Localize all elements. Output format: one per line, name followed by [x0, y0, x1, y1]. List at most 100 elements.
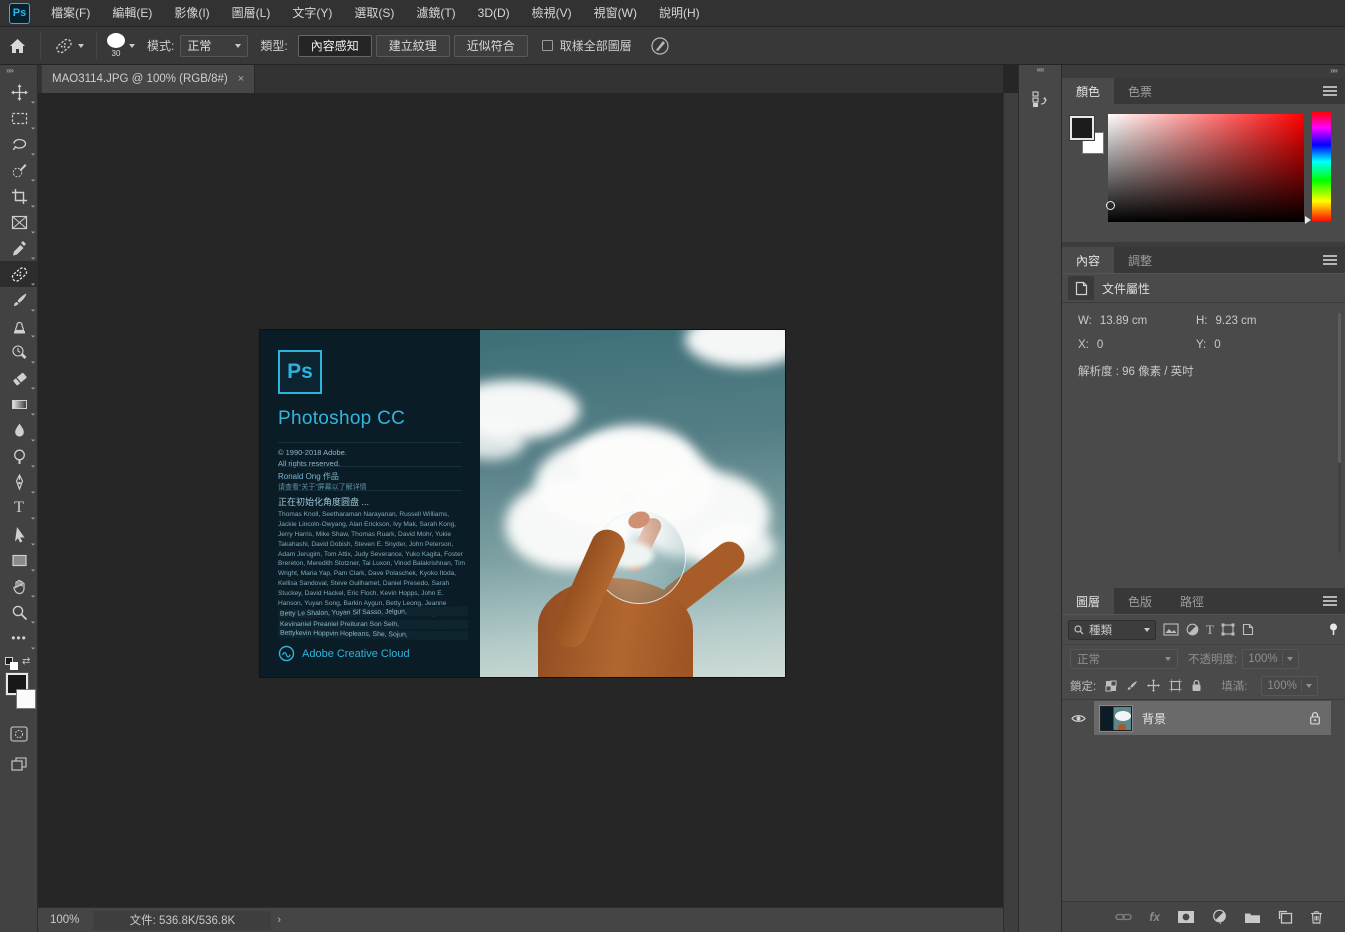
menu-help[interactable]: 說明(H): [648, 0, 711, 27]
filter-kind-select[interactable]: 種類: [1068, 620, 1156, 640]
swap-colors-button[interactable]: ⇄: [22, 656, 30, 667]
tab-paths[interactable]: 路徑: [1166, 588, 1218, 614]
add-adjustment-layer-icon[interactable]: [1212, 909, 1227, 925]
filter-toggle-icon[interactable]: [1328, 623, 1339, 637]
tab-color[interactable]: 顏色: [1062, 78, 1114, 104]
zoom-level-field[interactable]: 100%: [38, 914, 93, 926]
mode-select[interactable]: 正常: [180, 35, 248, 57]
color-picker-indicator[interactable]: [1106, 201, 1115, 210]
lock-position-icon[interactable]: [1147, 679, 1160, 692]
crop-tool[interactable]: [0, 183, 38, 209]
blend-mode-select[interactable]: 正常: [1070, 649, 1178, 669]
pen-pressure-button[interactable]: [650, 36, 670, 56]
type-tool[interactable]: T: [0, 495, 38, 521]
gradient-tool[interactable]: [0, 391, 38, 417]
menu-3d[interactable]: 3D(D): [467, 0, 521, 27]
menu-type[interactable]: 文字(Y): [281, 0, 343, 27]
delete-layer-icon[interactable]: [1310, 910, 1323, 924]
dodge-tool[interactable]: [0, 443, 38, 469]
hue-slider-handle[interactable]: [1305, 216, 1311, 224]
frame-tool[interactable]: [0, 209, 38, 235]
document-canvas[interactable]: Ps Photoshop CC © 1990-2018 Adobe. All r…: [38, 93, 1003, 907]
layer-visibility-toggle[interactable]: [1062, 713, 1094, 724]
screen-mode-button[interactable]: [0, 749, 38, 779]
status-options-chevron[interactable]: ›: [277, 914, 281, 926]
background-color-swatch[interactable]: [16, 689, 36, 709]
panel-menu-icon[interactable]: [1323, 596, 1337, 605]
blur-tool[interactable]: [0, 417, 38, 443]
lasso-tool[interactable]: [0, 131, 38, 157]
eraser-tool[interactable]: [0, 365, 38, 391]
menu-view[interactable]: 檢視(V): [521, 0, 583, 27]
close-icon[interactable]: ×: [238, 73, 244, 85]
panel-menu-icon[interactable]: [1323, 255, 1337, 264]
fill-field[interactable]: 100%: [1261, 676, 1317, 696]
history-brush-tool[interactable]: [0, 339, 38, 365]
menu-filter[interactable]: 濾鏡(T): [405, 0, 466, 27]
sample-all-layers-checkbox[interactable]: [542, 40, 553, 51]
type-proximity-match-button[interactable]: 近似符合: [454, 35, 528, 57]
properties-scrollbar[interactable]: [1338, 313, 1341, 553]
tab-adjustments[interactable]: 調整: [1114, 247, 1166, 273]
layer-style-icon[interactable]: fx: [1149, 910, 1160, 924]
type-create-texture-button[interactable]: 建立紋理: [376, 35, 450, 57]
filter-adjustment-layers-icon[interactable]: [1186, 623, 1199, 636]
toolbar-expand-button[interactable]: »»: [0, 65, 37, 79]
menu-file[interactable]: 檔案(F): [40, 0, 101, 27]
lock-artboard-icon[interactable]: [1169, 679, 1182, 692]
filter-shape-layers-icon[interactable]: [1221, 623, 1235, 636]
eyedropper-tool[interactable]: [0, 235, 38, 261]
layer-row-background[interactable]: 背景: [1062, 701, 1345, 735]
hand-tool[interactable]: [0, 573, 38, 599]
link-layers-icon[interactable]: [1115, 912, 1132, 922]
rectangular-marquee-tool[interactable]: [0, 105, 38, 131]
saturation-brightness-field[interactable]: [1108, 114, 1304, 222]
history-panel-button[interactable]: [1025, 84, 1055, 114]
pen-tool[interactable]: [0, 469, 38, 495]
brush-tool[interactable]: [0, 287, 38, 313]
home-button[interactable]: [0, 38, 34, 54]
layer-thumbnail[interactable]: [1100, 706, 1132, 731]
brush-size-picker[interactable]: 30: [107, 33, 125, 58]
opacity-field[interactable]: 100%: [1242, 649, 1298, 669]
menu-layer[interactable]: 圖層(L): [221, 0, 282, 27]
rectangle-tool[interactable]: [0, 547, 38, 573]
collapse-panels-button[interactable]: »»: [1062, 65, 1345, 78]
document-tab[interactable]: MAO3114.JPG @ 100% (RGB/8#) ×: [42, 65, 255, 93]
path-selection-tool[interactable]: [0, 521, 38, 547]
menu-window[interactable]: 視窗(W): [583, 0, 648, 27]
zoom-tool[interactable]: [0, 599, 38, 625]
menu-select[interactable]: 選取(S): [343, 0, 405, 27]
add-layer-mask-icon[interactable]: [1177, 910, 1195, 924]
filter-type-layers-icon[interactable]: T: [1206, 622, 1214, 638]
quick-selection-tool[interactable]: [0, 157, 38, 183]
clone-stamp-tool[interactable]: [0, 313, 38, 339]
type-content-aware-button[interactable]: 內容感知: [298, 35, 372, 57]
spot-healing-brush-tool[interactable]: [0, 261, 38, 287]
tab-layers[interactable]: 圖層: [1062, 588, 1114, 614]
new-group-icon[interactable]: [1244, 911, 1261, 924]
selected-layer[interactable]: 背景: [1094, 701, 1331, 735]
tab-properties[interactable]: 內容: [1062, 247, 1114, 273]
menu-edit[interactable]: 編輯(E): [101, 0, 163, 27]
lock-all-icon[interactable]: [1191, 679, 1202, 692]
foreground-color-swatch[interactable]: [1070, 116, 1094, 140]
menu-image[interactable]: 影像(I): [163, 0, 220, 27]
panel-menu-icon[interactable]: [1323, 86, 1337, 95]
lock-pixels-icon[interactable]: [1126, 680, 1138, 692]
tool-preset-picker[interactable]: [47, 36, 90, 56]
lock-transparency-icon[interactable]: [1105, 680, 1117, 692]
expand-panels-button[interactable]: ««: [1019, 65, 1061, 78]
layer-lock-icon[interactable]: [1309, 711, 1321, 725]
tab-channels[interactable]: 色版: [1114, 588, 1166, 614]
quick-mask-button[interactable]: [0, 719, 38, 749]
edit-toolbar-button[interactable]: •••: [0, 625, 38, 651]
filter-pixel-layers-icon[interactable]: [1163, 623, 1179, 636]
chevron-down-icon[interactable]: [129, 44, 135, 48]
new-layer-icon[interactable]: [1278, 910, 1293, 924]
hue-slider[interactable]: [1312, 112, 1331, 222]
tab-swatches[interactable]: 色票: [1114, 78, 1166, 104]
canvas-vertical-scrollbar[interactable]: [1003, 93, 1018, 932]
filter-smart-objects-icon[interactable]: [1242, 623, 1254, 636]
move-tool[interactable]: [0, 79, 38, 105]
